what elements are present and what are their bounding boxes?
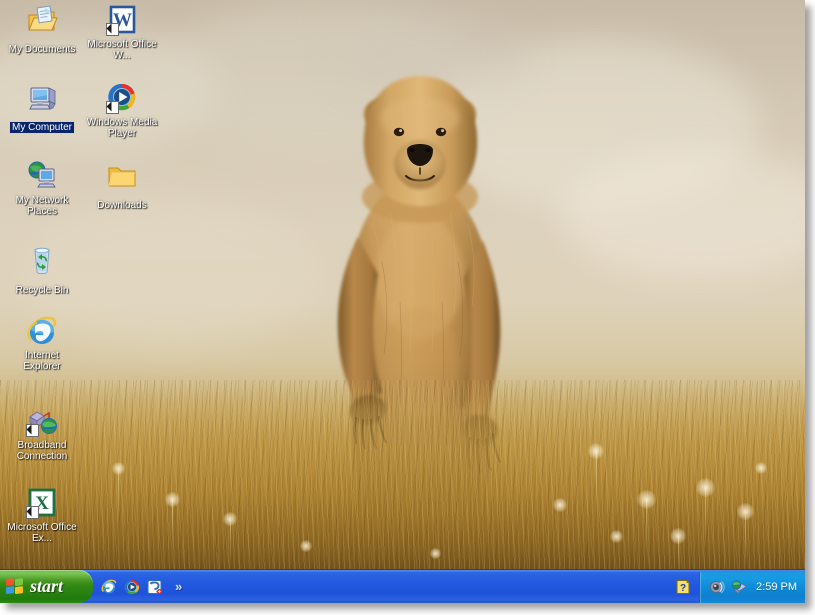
desktop-icon-label: My Documents bbox=[8, 44, 76, 55]
documents-folder-icon bbox=[26, 4, 58, 36]
start-button-label: start bbox=[30, 576, 64, 596]
broadband-connection-icon bbox=[26, 405, 58, 437]
desktop-icon-label: Downloads bbox=[97, 200, 147, 211]
windows-media-player-icon[interactable] bbox=[124, 579, 140, 595]
taskbar-clock[interactable]: 2:59 PM bbox=[756, 581, 797, 593]
internet-explorer-icon bbox=[26, 315, 58, 347]
shortcut-overlay-icon bbox=[106, 23, 119, 36]
desktop-icon-my-computer[interactable]: My Computer bbox=[4, 82, 80, 135]
internet-explorer-icon[interactable] bbox=[101, 579, 117, 595]
system-tray: 2:59 PM bbox=[699, 570, 805, 603]
desktop-icon-label: My Computer bbox=[8, 121, 76, 134]
cloud-haze bbox=[150, 5, 490, 155]
desktop-icon-recycle-bin[interactable]: Recycle Bin bbox=[4, 245, 80, 298]
desktop-icon-internet-explorer[interactable]: Internet Explorer bbox=[4, 315, 80, 374]
desktop-icon-microsoft-office-excel[interactable]: X Microsoft Office Ex... bbox=[4, 487, 80, 546]
shortcut-overlay-icon bbox=[26, 506, 39, 519]
windows-flag-icon bbox=[6, 577, 25, 596]
desktop-icon-downloads[interactable]: Downloads bbox=[84, 160, 160, 213]
cloud-haze bbox=[330, 10, 530, 100]
desktop-icon-microsoft-office-word[interactable]: W Microsoft Office W... bbox=[84, 4, 160, 63]
my-computer-icon bbox=[26, 82, 58, 114]
desktop-icon-label: Windows Media Player bbox=[86, 117, 158, 139]
task-button-area bbox=[185, 570, 671, 603]
desktop-icon-label: Internet Explorer bbox=[23, 350, 61, 372]
help-question-icon[interactable]: ? bbox=[675, 579, 691, 595]
desktop-icon-label: Recycle Bin bbox=[15, 285, 69, 296]
microsoft-word-icon: W bbox=[106, 4, 138, 36]
desktop-screen: My Documents W Microsoft Office W... My … bbox=[0, 0, 805, 603]
quick-launch-overflow-chevron[interactable]: » bbox=[175, 579, 182, 594]
shortcut-overlay-icon bbox=[26, 424, 39, 437]
shortcut-overlay-icon bbox=[106, 101, 119, 114]
recycle-bin-icon bbox=[26, 245, 58, 277]
desktop-icon-my-network-places[interactable]: My Network Places bbox=[4, 160, 80, 219]
outlook-express-icon[interactable] bbox=[147, 579, 163, 595]
desktop-icon-broadband-connection[interactable]: Broadband Connection bbox=[4, 405, 80, 464]
volume-speaker-icon[interactable] bbox=[709, 579, 725, 595]
cloud-haze bbox=[430, 40, 760, 210]
desktop-icon-my-documents[interactable]: My Documents bbox=[4, 4, 80, 57]
taskbar-help-area: ? bbox=[671, 570, 699, 603]
desktop-icon-windows-media-player[interactable]: Windows Media Player bbox=[84, 82, 160, 141]
windows-media-player-icon bbox=[106, 82, 138, 114]
taskbar-highlight bbox=[0, 570, 805, 572]
taskbar: start » ? 2:59 PM bbox=[0, 569, 805, 603]
desktop-icon-label: My Network Places bbox=[15, 195, 69, 217]
desktop-icon-label: Microsoft Office Ex... bbox=[7, 522, 77, 544]
start-button[interactable]: start bbox=[0, 570, 93, 603]
cloud-haze bbox=[560, 150, 805, 280]
desktop-icon-label: Broadband Connection bbox=[16, 440, 68, 462]
network-connection-icon[interactable] bbox=[731, 579, 747, 595]
svg-text:?: ? bbox=[680, 583, 686, 594]
microsoft-excel-icon: X bbox=[26, 487, 58, 519]
network-places-icon bbox=[26, 160, 58, 192]
quick-launch-bar: » bbox=[93, 570, 185, 603]
folder-icon bbox=[106, 160, 138, 192]
desktop-icon-grid: My Documents W Microsoft Office W... My … bbox=[0, 0, 170, 570]
desktop-icon-label: Microsoft Office W... bbox=[87, 39, 157, 61]
